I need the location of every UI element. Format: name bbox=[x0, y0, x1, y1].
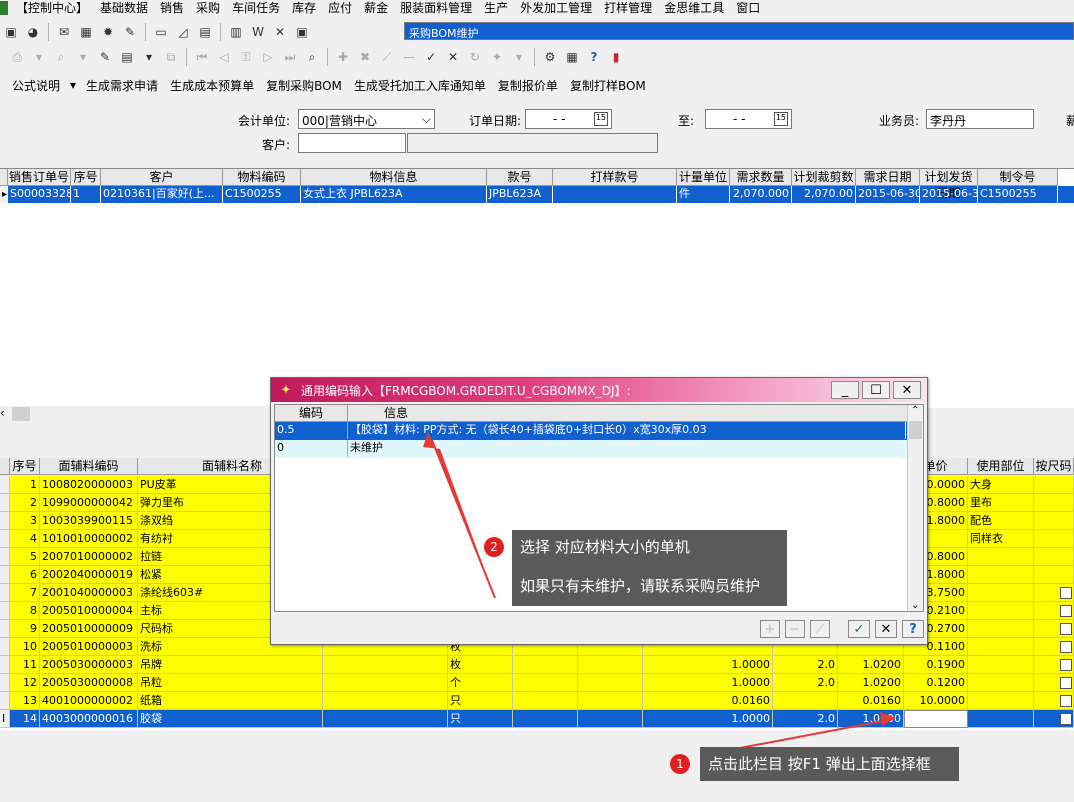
arrow-line-1 bbox=[739, 719, 889, 749]
callout-1-badge: 1 bbox=[670, 754, 690, 774]
callout-2-line2: 如果只有未维护，请联系采购员维护 bbox=[520, 577, 761, 595]
arrow-line-2 bbox=[431, 439, 496, 599]
arrow-to-cell bbox=[880, 712, 896, 726]
callout-2-badge-wrap: 2 bbox=[484, 537, 504, 557]
callout-2-badge: 2 bbox=[484, 537, 504, 557]
callout-2: 选择 对应材料大小的单机 如果只有未维护，请联系采购员维护 bbox=[512, 530, 787, 606]
annotation-arrows bbox=[423, 432, 896, 749]
callout-2-line1: 选择 对应材料大小的单机 bbox=[520, 538, 690, 556]
callout-1: 点击此栏目 按F1 弹出上面选择框 bbox=[700, 747, 959, 781]
callout-1-badge-wrap: 1 bbox=[670, 754, 690, 774]
